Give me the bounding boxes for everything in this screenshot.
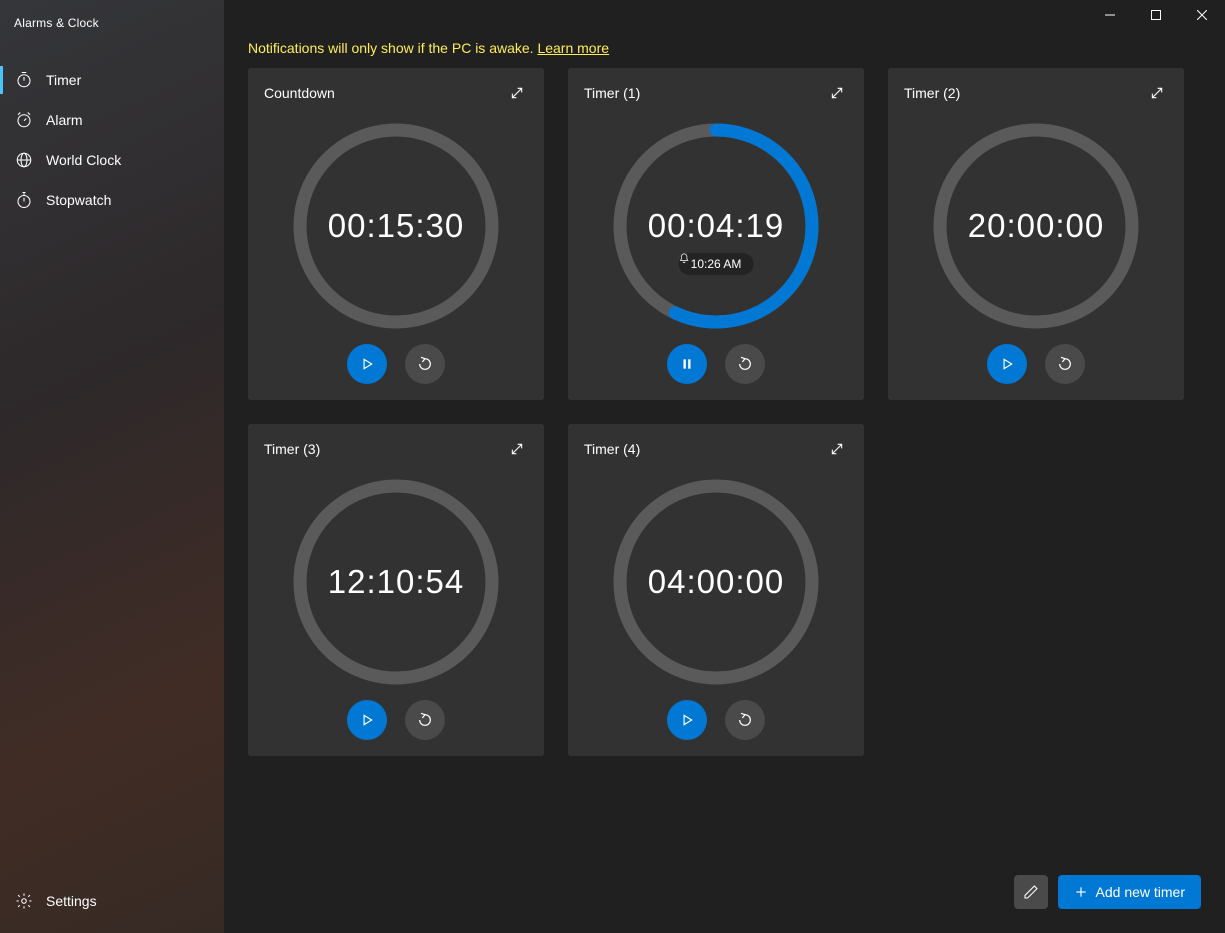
timer-name: Timer (3) <box>264 441 320 457</box>
timer-card: Timer (1) 00:04:19 10:26 AM <box>568 68 864 400</box>
sidebar-item-label: Alarm <box>46 112 83 128</box>
expand-icon <box>829 85 845 101</box>
alarm-icon <box>14 110 34 130</box>
sidebar-item-alarm[interactable]: Alarm <box>0 100 224 140</box>
timer-name: Countdown <box>264 85 335 101</box>
timer-icon <box>14 70 34 90</box>
sidebar: Alarms & Clock Timer Alarm World Clock S… <box>0 0 224 933</box>
timer-card: Timer (4) 04:00:00 <box>568 424 864 756</box>
nav: Timer Alarm World Clock Stopwatch <box>0 60 224 220</box>
reset-icon <box>737 356 753 372</box>
bell-icon <box>679 253 690 264</box>
close-button[interactable] <box>1179 0 1225 30</box>
expand-button[interactable] <box>506 438 528 460</box>
minimize-button[interactable] <box>1087 0 1133 30</box>
reset-button[interactable] <box>405 344 445 384</box>
timer-dial: 00:15:30 <box>293 123 499 329</box>
expand-icon <box>509 441 525 457</box>
expand-button[interactable] <box>506 82 528 104</box>
add-button-label: Add new timer <box>1096 884 1185 900</box>
edit-timers-button[interactable] <box>1014 875 1048 909</box>
add-new-timer-button[interactable]: Add new timer <box>1058 875 1201 909</box>
timer-dial: 00:04:19 10:26 AM <box>613 123 819 329</box>
stopwatch-icon <box>14 190 34 210</box>
sidebar-item-label: World Clock <box>46 152 121 168</box>
expand-icon <box>1149 85 1165 101</box>
bell-time-text: 10:26 AM <box>691 257 742 271</box>
timer-card: Countdown 00:15:30 <box>248 68 544 400</box>
globe-icon <box>14 150 34 170</box>
expand-icon <box>509 85 525 101</box>
pause-button[interactable] <box>667 344 707 384</box>
play-button[interactable] <box>987 344 1027 384</box>
expand-button[interactable] <box>1146 82 1168 104</box>
maximize-button[interactable] <box>1133 0 1179 30</box>
sidebar-item-stopwatch[interactable]: Stopwatch <box>0 180 224 220</box>
sidebar-item-label: Timer <box>46 72 81 88</box>
reset-icon <box>417 712 433 728</box>
learn-more-link[interactable]: Learn more <box>537 40 609 56</box>
expand-button[interactable] <box>826 82 848 104</box>
sidebar-item-settings[interactable]: Settings <box>0 881 224 921</box>
reset-button[interactable] <box>1045 344 1085 384</box>
notice-text: Notifications will only show if the PC i… <box>248 40 537 56</box>
bottom-toolbar: Add new timer <box>1014 875 1201 909</box>
timer-name: Timer (2) <box>904 85 960 101</box>
sidebar-item-world-clock[interactable]: World Clock <box>0 140 224 180</box>
sidebar-item-label: Stopwatch <box>46 192 111 208</box>
play-button[interactable] <box>347 344 387 384</box>
reset-button[interactable] <box>405 700 445 740</box>
reset-button[interactable] <box>725 344 765 384</box>
timer-name: Timer (1) <box>584 85 640 101</box>
app-title: Alarms & Clock <box>0 8 224 42</box>
sidebar-item-timer[interactable]: Timer <box>0 60 224 100</box>
timer-dial: 12:10:54 <box>293 479 499 685</box>
play-button[interactable] <box>667 700 707 740</box>
timer-card: Timer (3) 12:10:54 <box>248 424 544 756</box>
timer-grid: Countdown 00:15:30 Timer (1) <box>224 68 1225 756</box>
timer-card: Timer (2) 20:00:00 <box>888 68 1184 400</box>
timer-name: Timer (4) <box>584 441 640 457</box>
reset-icon <box>417 356 433 372</box>
sidebar-item-label: Settings <box>46 893 97 909</box>
expand-icon <box>829 441 845 457</box>
main: Notifications will only show if the PC i… <box>224 0 1225 933</box>
reset-icon <box>737 712 753 728</box>
timer-dial: 04:00:00 <box>613 479 819 685</box>
bell-time-chip: 10:26 AM <box>679 253 754 275</box>
reset-icon <box>1057 356 1073 372</box>
reset-button[interactable] <box>725 700 765 740</box>
notification-banner: Notifications will only show if the PC i… <box>224 32 1225 68</box>
timer-dial: 20:00:00 <box>933 123 1139 329</box>
titlebar <box>224 0 1225 32</box>
play-button[interactable] <box>347 700 387 740</box>
expand-button[interactable] <box>826 438 848 460</box>
gear-icon <box>14 891 34 911</box>
